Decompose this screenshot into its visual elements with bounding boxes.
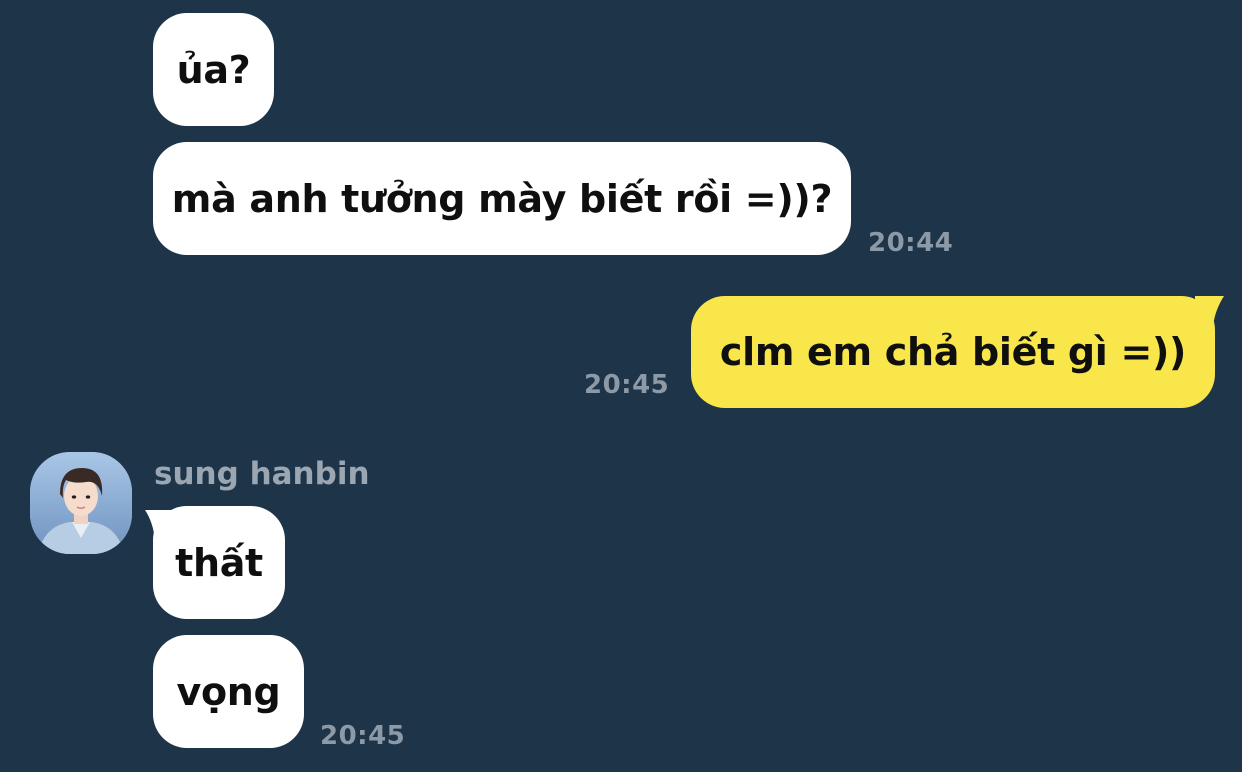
message-bubble-incoming[interactable]: mà anh tưởng mày biết rồi =))?: [153, 142, 851, 255]
message-text: thất: [175, 540, 263, 585]
message-timestamp: 20:44: [868, 228, 954, 258]
message-bubble-incoming[interactable]: thất: [153, 506, 285, 619]
message-bubble-outgoing[interactable]: clm em chả biết gì =)): [691, 296, 1215, 408]
message-text: clm em chả biết gì =)): [719, 330, 1187, 374]
message-bubble-incoming[interactable]: ủa?: [153, 13, 274, 126]
profile-photo-avatar-icon: [30, 452, 132, 554]
bubble-tail-outgoing: [1195, 296, 1224, 326]
message-bubble-incoming[interactable]: vọng: [153, 635, 304, 748]
message-timestamp: 20:45: [584, 370, 670, 400]
message-text: mà anh tưởng mày biết rồi =))?: [171, 176, 833, 221]
message-timestamp: 20:45: [320, 721, 406, 751]
sender-name[interactable]: sung hanbin: [154, 456, 370, 492]
message-text: ủa?: [176, 47, 251, 92]
sender-avatar[interactable]: [30, 452, 132, 554]
message-text: vọng: [176, 669, 281, 714]
